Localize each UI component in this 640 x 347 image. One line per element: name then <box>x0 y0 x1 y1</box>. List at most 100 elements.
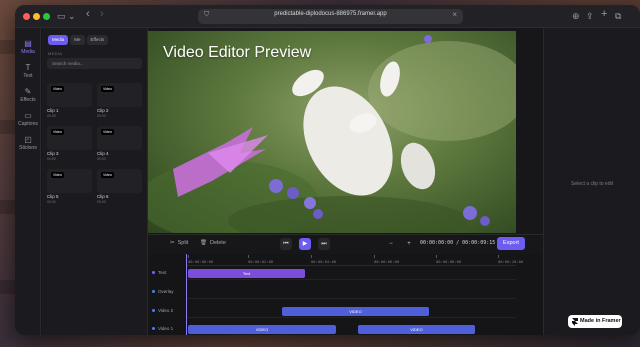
forward-icon[interactable]: › <box>100 9 104 20</box>
delete-label: Delete <box>209 240 226 246</box>
track-name: Video 1 <box>158 326 174 331</box>
timeline: 00:00:00:00 00:00:02:00 00:00:04:00 00:0… <box>148 254 543 335</box>
timeline-clip[interactable]: VIDEO <box>188 325 336 334</box>
rail-item-text[interactable]: T Text <box>15 63 41 79</box>
browser-titlebar: ▭ ⌄ ‹ › ⛉ predictable-diplodocus-886975.… <box>15 5 640 28</box>
download-icon[interactable]: ⊕ <box>572 11 580 22</box>
timeline-clip[interactable]: VIDEO <box>282 307 429 316</box>
preview-area: Video Editor Preview <box>148 28 543 233</box>
framer-badge-label: Made in Framer <box>580 318 621 324</box>
clip-name: Clip 5 <box>47 194 59 199</box>
clip-duration: 00:00 <box>97 114 106 118</box>
clip-thumbnail: Video <box>97 83 142 107</box>
share-icon[interactable]: ⇪ <box>586 11 594 22</box>
clip-name: Clip 4 <box>97 151 109 156</box>
ruler-tick: 00:00:08:00 <box>436 255 462 264</box>
clip-duration: 00:00 <box>47 114 56 118</box>
clip-duration: 00:00 <box>47 157 56 161</box>
skip-back-icon: ⏮ <box>283 241 289 247</box>
clip-name: Clip 2 <box>97 108 109 113</box>
split-label: Split <box>177 240 189 246</box>
rail-item-captions[interactable]: ▭ Captions <box>15 111 41 127</box>
clip-thumbnail: Video <box>97 169 142 193</box>
url-text: predictable-diplodocus-886975.framer.app <box>274 11 387 17</box>
rail-item-media[interactable]: ▤ Media <box>15 39 41 55</box>
track-dot <box>152 290 155 294</box>
track-dot <box>152 327 155 331</box>
scissors-icon: ✂ <box>170 240 175 246</box>
playhead[interactable] <box>186 254 187 335</box>
track-label-video-1: Video 1 <box>152 326 173 331</box>
export-button[interactable]: Export <box>497 237 525 250</box>
media-clip[interactable]: Video Clip 1 00:00 <box>47 83 92 119</box>
track-lane-overlay <box>186 286 516 299</box>
clip-name: Clip 3 <box>47 151 59 156</box>
tab-media[interactable]: Media <box>48 35 69 45</box>
tab-me[interactable]: Me <box>70 35 85 45</box>
timeline-ruler[interactable]: 00:00:00:00 00:00:02:00 00:00:04:00 00:0… <box>186 254 523 266</box>
zoom-window-button[interactable] <box>43 13 50 20</box>
split-button[interactable]: ✂ Split <box>170 240 188 246</box>
clip-type-badge: Video <box>101 172 114 178</box>
media-section-label: MEDIA <box>48 51 63 56</box>
preview-title: Video Editor Preview <box>163 44 312 61</box>
tab-effects[interactable]: Effects <box>86 35 109 45</box>
ruler-tick: 00:00:02:00 <box>248 255 274 264</box>
rail-item-effects[interactable]: ✎ Effects <box>15 87 41 103</box>
media-panel: Media Me Effects MEDIA Search media... V… <box>42 28 148 335</box>
text-icon: T <box>25 63 31 72</box>
minimize-window-button[interactable] <box>33 13 40 20</box>
track-lane-video-2: VIDEO <box>186 305 516 318</box>
media-clip[interactable]: Video Clip 5 00:00 <box>47 169 92 205</box>
clip-name: Clip 6 <box>97 194 109 199</box>
zoom-in-button[interactable]: + <box>403 238 415 250</box>
track-dot <box>152 309 155 313</box>
zoom-out-button[interactable]: − <box>385 238 397 250</box>
media-clip[interactable]: Video Clip 6 00:00 <box>97 169 142 205</box>
video-preview[interactable]: Video Editor Preview <box>148 31 516 233</box>
clip-thumbnail: Video <box>47 83 92 107</box>
timeline-clip[interactable]: VIDEO <box>358 325 475 334</box>
ruler-tick: 00:00:04:00 <box>311 255 337 264</box>
skip-back-button[interactable]: ⏮ <box>280 238 292 250</box>
made-in-framer-badge[interactable]: Made in Framer <box>568 315 622 328</box>
media-clip[interactable]: Video Clip 2 00:00 <box>97 83 142 119</box>
close-window-button[interactable] <box>23 13 30 20</box>
clip-duration: 00:00 <box>97 157 106 161</box>
rail-label: Stickers <box>19 145 37 151</box>
sticker-icon: ◰ <box>24 135 32 144</box>
media-clip[interactable]: Video Clip 4 00:00 <box>97 126 142 162</box>
clip-type-badge: Video <box>101 129 114 135</box>
clip-type-badge: Video <box>51 86 64 92</box>
skip-forward-button[interactable]: ⏭ <box>318 238 330 250</box>
delete-button[interactable]: 🗑 Delete <box>200 240 226 246</box>
play-button[interactable]: ▶ <box>299 238 311 250</box>
framer-logo-icon <box>572 317 578 326</box>
clip-type-badge: Video <box>51 129 64 135</box>
clear-url-icon[interactable]: × <box>452 10 457 19</box>
track-lane-video-1: VIDEO VIDEO <box>186 323 516 335</box>
sidebar-toggle-icon[interactable]: ▭ ⌄ <box>57 11 76 22</box>
clip-thumbnail: Video <box>97 126 142 150</box>
timeline-clip[interactable]: Text <box>188 269 305 278</box>
track-lane-text: Text <box>186 267 516 280</box>
rail-label: Text <box>23 73 33 79</box>
film-icon: ▤ <box>24 39 32 48</box>
minus-icon: − <box>389 241 393 247</box>
clip-thumbnail: Video <box>47 169 92 193</box>
clip-name: Clip 1 <box>47 108 59 113</box>
ruler-tick: 00:00:10:00 <box>498 255 524 264</box>
new-tab-icon[interactable]: + <box>601 9 607 20</box>
ruler-tick: 00:00:00:00 <box>188 255 214 264</box>
track-label-overlay: Overlay <box>152 289 174 294</box>
tabs-overview-icon[interactable]: ⧉ <box>615 11 621 22</box>
back-icon[interactable]: ‹ <box>86 9 90 20</box>
inspector-empty-text: Select a clip to edit <box>571 181 613 187</box>
search-media-input[interactable]: Search media... <box>47 58 142 69</box>
rail-item-stickers[interactable]: ◰ Stickers <box>15 135 41 151</box>
address-bar[interactable]: ⛉ predictable-diplodocus-886975.framer.a… <box>198 9 463 24</box>
rail-label: Media <box>21 49 35 55</box>
skip-forward-icon: ⏭ <box>321 241 327 247</box>
media-clip[interactable]: Video Clip 3 00:00 <box>47 126 92 162</box>
clip-duration: 00:00 <box>47 200 56 204</box>
